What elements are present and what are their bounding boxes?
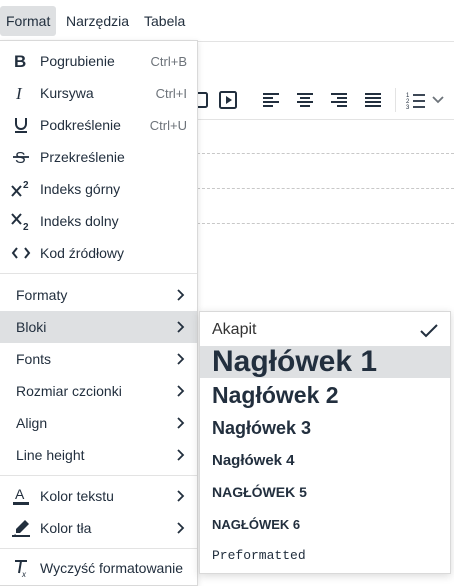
- block-heading-6[interactable]: NAGŁÓWEK 6: [200, 508, 450, 540]
- menu-item-font-size[interactable]: Rozmiar czcionki: [0, 375, 197, 407]
- chevron-right-icon: [177, 449, 185, 461]
- menu-item-align[interactable]: Align: [0, 407, 197, 439]
- menu-item-label: Align: [16, 415, 48, 431]
- shortcut-label: Ctrl+I: [155, 85, 187, 101]
- svg-text:x: x: [21, 570, 27, 578]
- chevron-right-icon: [177, 522, 185, 534]
- menu-item-label: Kolor tekstu: [40, 488, 114, 504]
- menu-item-label: Wyczyść formatowanie: [40, 560, 184, 576]
- menu-item-label: Formaty: [16, 287, 68, 303]
- menu-item-source-code[interactable]: Kod źródłowy: [0, 237, 197, 269]
- text-color-icon: A: [10, 485, 32, 507]
- align-left-icon[interactable]: [257, 86, 285, 114]
- media-icon[interactable]: [214, 86, 242, 114]
- menu-format[interactable]: Format: [0, 6, 57, 36]
- menu-separator: [0, 475, 197, 476]
- menu-item-label: Kursywa: [40, 85, 94, 101]
- editor-divider: [197, 223, 454, 224]
- block-preformatted[interactable]: Preformatted: [200, 540, 450, 570]
- clear-formatting-icon: x: [10, 557, 32, 579]
- menu-separator: [0, 548, 197, 549]
- menu-item-bold[interactable]: B Pogrubienie Ctrl+B: [0, 45, 197, 77]
- menu-item-formats[interactable]: Formaty: [0, 279, 197, 311]
- underline-icon: [10, 114, 32, 136]
- svg-text:3: 3: [406, 105, 410, 109]
- menu-item-label: Bloki: [16, 319, 47, 335]
- menu-narzedzia[interactable]: Narzędzia: [60, 6, 135, 36]
- menu-item-strikethrough[interactable]: S Przekreślenie: [0, 141, 197, 173]
- italic-icon: I: [10, 82, 32, 104]
- block-heading-2[interactable]: Nagłówek 2: [200, 378, 450, 412]
- chevron-down-icon[interactable]: [428, 86, 448, 114]
- menu-item-text-color[interactable]: A Kolor tekstu: [0, 480, 197, 512]
- block-label: Nagłówek 1: [212, 345, 378, 378]
- block-label: NAGŁÓWEK 6: [212, 516, 301, 532]
- block-heading-1[interactable]: Nagłówek 1: [200, 345, 450, 378]
- chevron-right-icon: [177, 417, 185, 429]
- menu-separator: [0, 273, 197, 274]
- menu-item-italic[interactable]: I Kursywa Ctrl+I: [0, 77, 197, 109]
- menu-item-label: Kolor tła: [40, 520, 92, 536]
- toolbar-border: [197, 119, 454, 120]
- toolbar-divider: [395, 88, 396, 112]
- shortcut-label: Ctrl+U: [149, 117, 187, 133]
- menubar: Format Narzędzia Tabela: [0, 0, 454, 42]
- block-label: Nagłówek 3: [212, 417, 312, 438]
- block-label: Akapit: [212, 321, 257, 338]
- block-heading-4[interactable]: Nagłówek 4: [200, 444, 450, 476]
- numbered-list-icon[interactable]: 123: [402, 86, 430, 114]
- menu-item-label: Przekreślenie: [40, 149, 125, 165]
- menu-item-superscript[interactable]: 2 Indeks górny: [0, 173, 197, 205]
- chevron-right-icon: [177, 289, 185, 301]
- svg-text:A: A: [15, 486, 25, 502]
- menu-item-label: Line height: [16, 447, 85, 463]
- format-menu: B Pogrubienie Ctrl+B I Kursywa Ctrl+I Po…: [0, 40, 198, 586]
- menu-item-clear-formatting[interactable]: x Wyczyść formatowanie: [0, 552, 197, 584]
- block-paragraph[interactable]: Akapit: [200, 314, 450, 346]
- svg-text:I: I: [15, 84, 23, 102]
- block-label: Nagłówek 4: [212, 451, 295, 469]
- block-heading-3[interactable]: Nagłówek 3: [200, 412, 450, 444]
- menu-item-subscript[interactable]: 2 Indeks dolny: [0, 205, 197, 237]
- editor-divider: [197, 188, 454, 189]
- superscript-icon: 2: [10, 178, 32, 200]
- subscript-icon: 2: [10, 210, 32, 232]
- menu-item-line-height[interactable]: Line height: [0, 439, 197, 471]
- editor-divider: [197, 153, 454, 154]
- chevron-right-icon: [177, 385, 185, 397]
- chevron-right-icon: [177, 321, 185, 333]
- menu-item-blocks[interactable]: Bloki: [0, 311, 197, 343]
- shortcut-label: Ctrl+B: [150, 53, 187, 69]
- align-center-icon[interactable]: [291, 86, 319, 114]
- checkmark-icon: [420, 324, 438, 338]
- chevron-right-icon: [177, 353, 185, 365]
- menu-item-label: Rozmiar czcionki: [16, 383, 122, 399]
- menu-item-label: Kod źródłowy: [40, 245, 125, 261]
- menu-tabela[interactable]: Tabela: [138, 6, 191, 36]
- svg-text:2: 2: [23, 222, 29, 231]
- menu-item-label: Indeks dolny: [40, 213, 119, 229]
- menu-item-background-color[interactable]: Kolor tła: [0, 512, 197, 544]
- bold-icon: B: [10, 50, 32, 72]
- block-heading-5[interactable]: NAGŁÓWEK 5: [200, 476, 450, 508]
- svg-text:B: B: [14, 52, 26, 70]
- strikethrough-icon: S: [10, 146, 32, 168]
- blocks-submenu: Akapit Nagłówek 1 Nagłówek 2 Nagłówek 3 …: [199, 311, 451, 574]
- block-label: NAGŁÓWEK 5: [212, 484, 307, 500]
- chevron-right-icon: [177, 490, 185, 502]
- highlight-color-icon: [10, 517, 32, 539]
- menu-item-fonts[interactable]: Fonts: [0, 343, 197, 375]
- svg-text:S: S: [15, 150, 26, 166]
- align-right-icon[interactable]: [325, 86, 353, 114]
- menu-item-label: Pogrubienie: [40, 53, 115, 69]
- menu-item-label: Fonts: [16, 351, 52, 367]
- menu-item-underline[interactable]: Podkreślenie Ctrl+U: [0, 109, 197, 141]
- block-label: Nagłówek 2: [212, 381, 339, 408]
- svg-text:2: 2: [23, 180, 29, 191]
- block-label: Preformatted: [212, 547, 306, 563]
- code-icon: [10, 242, 32, 264]
- menu-item-label: Indeks górny: [40, 181, 121, 197]
- justify-icon[interactable]: [359, 86, 387, 114]
- menu-item-label: Podkreślenie: [40, 117, 121, 133]
